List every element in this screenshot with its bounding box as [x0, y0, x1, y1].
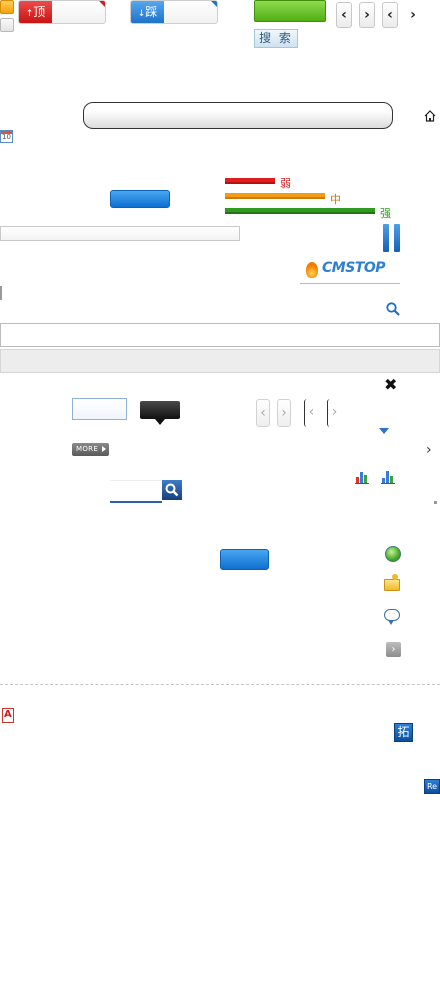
re-button[interactable]: Re [424, 779, 440, 794]
search-go-button[interactable] [162, 480, 182, 500]
dot-marker [434, 501, 437, 504]
page-prev-button[interactable]: ‹ [256, 399, 270, 427]
search-button[interactable]: 搜 索 [254, 29, 298, 48]
home-icon[interactable] [424, 110, 436, 122]
page-next-button[interactable]: › [277, 399, 291, 427]
prev-arrow-button-2[interactable]: ‹ [382, 2, 398, 28]
pdf-icon[interactable] [2, 708, 14, 723]
calendar-icon[interactable]: 10 [0, 130, 13, 143]
page-prev-flat[interactable]: ‹ [304, 399, 318, 427]
dropdown-triangle-icon[interactable] [379, 428, 389, 434]
ding-label: ↑顶 [19, 1, 52, 23]
pause-icon[interactable] [383, 224, 401, 252]
bar-chart-icon[interactable] [355, 470, 369, 484]
small-input[interactable] [72, 398, 127, 420]
gray-toolbar [0, 349, 440, 373]
more-button[interactable]: MORE [72, 443, 109, 456]
prev-arrow-button[interactable]: ‹ [336, 2, 352, 28]
dotted-divider [0, 684, 440, 685]
gray-square-icon [0, 18, 14, 32]
strength-medium-bar [225, 193, 325, 199]
text-input[interactable] [0, 226, 240, 241]
bar-chart-icon-2[interactable] [381, 470, 395, 484]
cai-label: ↓踩 [131, 1, 164, 23]
search-icon[interactable] [386, 302, 400, 316]
calendar-day: 10 [2, 133, 11, 141]
globe-icon[interactable] [385, 546, 401, 562]
search-field[interactable] [110, 480, 162, 503]
divider-mark [0, 286, 2, 300]
chat-icon[interactable] [384, 609, 400, 625]
cmstop-logo: CMSTOP [300, 256, 400, 284]
strength-medium-label: 中 [330, 193, 341, 206]
orange-square-icon [0, 0, 14, 14]
dark-tooltip [140, 401, 180, 425]
next-arrow-button-2[interactable]: › [405, 2, 421, 28]
strength-weak-bar [225, 178, 275, 184]
close-icon[interactable]: ✖ [384, 376, 397, 394]
rounded-search-bar[interactable] [83, 102, 393, 129]
magnifier-icon [165, 483, 179, 497]
green-button[interactable] [254, 0, 326, 22]
blue-button-2[interactable] [220, 549, 269, 570]
flame-icon [306, 262, 318, 278]
cai-corner [210, 1, 217, 8]
page-next-flat[interactable]: › [327, 399, 341, 427]
tuo-button[interactable]: 拓 [394, 723, 413, 742]
wide-input[interactable] [0, 323, 440, 347]
ding-corner [98, 1, 105, 8]
logo-text: CMSTOP [322, 260, 386, 276]
strength-weak-label: 弱 [280, 177, 291, 190]
strength-strong-bar [225, 208, 375, 214]
next-arrow-button[interactable]: › [359, 2, 375, 28]
search-box [110, 480, 182, 503]
next-icon[interactable]: › [386, 642, 401, 657]
strength-strong-label: 强 [380, 207, 391, 220]
ding-vote-button[interactable]: ↑顶 [18, 0, 106, 24]
blue-button[interactable] [110, 190, 170, 208]
cai-vote-button[interactable]: ↓踩 [130, 0, 218, 24]
folder-star-icon[interactable] [384, 574, 400, 591]
chevron-right-icon[interactable]: › [426, 442, 432, 458]
